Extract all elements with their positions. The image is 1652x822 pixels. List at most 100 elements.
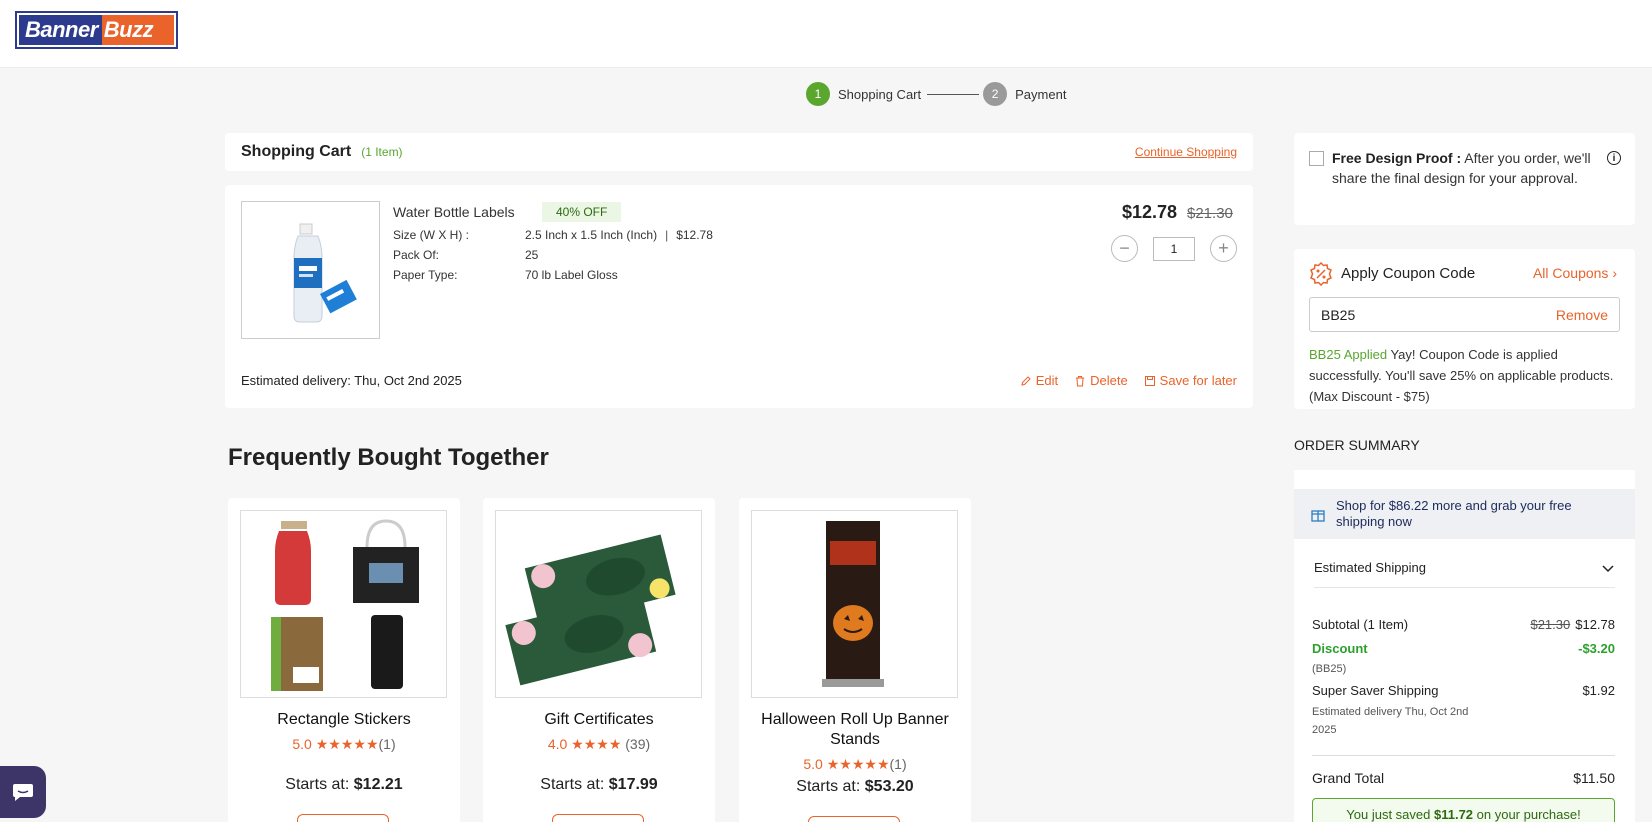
halloween-banner-stand-image[interactable] bbox=[751, 510, 958, 698]
discount-code-note: (BB25) bbox=[1312, 663, 1347, 675]
spec-key: Paper Type: bbox=[393, 268, 458, 282]
cart-header: Shopping Cart (1 Item) Continue Shopping bbox=[225, 133, 1253, 171]
free-shipping-text: Shop for $86.22 more and grab your free … bbox=[1336, 498, 1572, 529]
water-bottle-labels-image[interactable] bbox=[241, 201, 380, 339]
chat-button[interactable] bbox=[0, 766, 46, 818]
rating-value: 4.0 bbox=[547, 736, 568, 752]
save-icon bbox=[1144, 375, 1155, 386]
top-bar: Banner Buzz bbox=[0, 0, 1652, 68]
savings-post: on your purchase! bbox=[1473, 807, 1581, 822]
price-label: Starts at: bbox=[540, 776, 605, 793]
add-to-cart-button[interactable] bbox=[808, 816, 900, 822]
qty-input[interactable]: 1 bbox=[1153, 237, 1195, 261]
grand-total-value: $11.50 bbox=[1573, 770, 1615, 786]
cart-title: Shopping Cart bbox=[241, 143, 352, 160]
rating-count: (1) bbox=[378, 736, 396, 752]
item-name[interactable]: Water Bottle Labels bbox=[393, 204, 515, 220]
savings-banner: You just saved $11.72 on your purchase! bbox=[1312, 798, 1615, 822]
continue-shopping-link[interactable]: Continue Shopping bbox=[1135, 145, 1237, 159]
free-design-proof-card: Free Design Proof : After you order, we'… bbox=[1294, 133, 1635, 225]
product-name[interactable]: Rectangle Stickers bbox=[234, 710, 454, 730]
add-to-cart-button[interactable] bbox=[552, 814, 644, 822]
estimated-delivery: Estimated delivery: Thu, Oct 2nd 2025 bbox=[241, 373, 462, 388]
add-to-cart-button[interactable] bbox=[297, 814, 389, 822]
coupon-code-value: BB25 bbox=[1321, 306, 1356, 323]
summary-divider bbox=[1312, 755, 1615, 756]
product-rating: 4.0 ★★★★ (39) bbox=[483, 736, 715, 753]
product-card[interactable]: Gift Certificates 4.0 ★★★★ (39) Starts a… bbox=[483, 498, 715, 822]
logo-text-banner: Banner bbox=[19, 15, 102, 45]
savings-amount: $11.72 bbox=[1433, 807, 1474, 822]
spec-paper: Paper Type: 70 lb Label Gloss bbox=[393, 268, 618, 282]
checkout-stepper: 1 Shopping Cart 2 Payment bbox=[806, 82, 1066, 106]
coupon-message: BB25 Applied Yay! Coupon Code is applied… bbox=[1309, 344, 1625, 407]
banner-buzz-logo[interactable]: Banner Buzz bbox=[15, 11, 178, 49]
product-price: Starts at: $17.99 bbox=[483, 776, 715, 794]
step-connector bbox=[927, 93, 980, 95]
qty-increase-button[interactable]: + bbox=[1210, 235, 1237, 262]
shipping-label: Super Saver Shipping bbox=[1312, 683, 1439, 698]
subtotal-old: $21.30 bbox=[1530, 617, 1571, 632]
order-summary-card: Shop for $86.22 more and grab your free … bbox=[1294, 470, 1635, 822]
design-proof-checkbox[interactable] bbox=[1309, 151, 1324, 166]
rectangle-stickers-image[interactable] bbox=[240, 510, 447, 698]
product-name[interactable]: Halloween Roll Up Banner Stands bbox=[745, 710, 965, 750]
design-proof-title: Free Design Proof : bbox=[1332, 150, 1462, 166]
discount-badge: 40% OFF bbox=[542, 202, 622, 222]
discount-label: Discount bbox=[1312, 641, 1368, 656]
save-later-label: Save for later bbox=[1159, 373, 1237, 388]
gift-icon bbox=[1311, 510, 1325, 522]
delete-button[interactable]: Delete bbox=[1074, 373, 1128, 388]
spec-separator: | bbox=[665, 228, 669, 242]
save-for-later-button[interactable]: Save for later bbox=[1144, 373, 1237, 388]
estimated-shipping-toggle[interactable]: Estimated Shipping bbox=[1314, 560, 1615, 588]
coupon-applied-label: BB25 Applied bbox=[1309, 347, 1388, 362]
subtotal-label: Subtotal (1 Item) bbox=[1312, 617, 1409, 632]
chevron-right-icon: › bbox=[1612, 265, 1617, 281]
star-icons: ★★★★★ bbox=[826, 756, 890, 772]
rating-count: (39) bbox=[625, 736, 651, 752]
gift-certificates-image[interactable] bbox=[495, 510, 702, 698]
spec-value: 25 bbox=[525, 248, 539, 262]
all-coupons-link[interactable]: All Coupons › bbox=[1533, 265, 1617, 281]
product-card[interactable]: Rectangle Stickers 5.0 ★★★★★(1) Starts a… bbox=[228, 498, 460, 822]
coupon-input[interactable]: BB25 Remove bbox=[1309, 297, 1620, 332]
spec-value: 70 lb Label Gloss bbox=[525, 268, 618, 282]
price-label: Starts at: bbox=[796, 778, 861, 795]
coupon-card: Apply Coupon Code All Coupons › BB25 Rem… bbox=[1294, 249, 1635, 409]
subtotal-value: $12.78 bbox=[1575, 617, 1615, 632]
spec-value: 2.5 Inch x 1.5 Inch (Inch) bbox=[525, 228, 658, 242]
star-icons: ★★★★★ bbox=[315, 736, 379, 752]
step-number-2: 2 bbox=[983, 82, 1008, 106]
step-label-payment: Payment bbox=[1015, 86, 1067, 102]
remove-coupon-button[interactable]: Remove bbox=[1556, 307, 1608, 323]
price-value: $17.99 bbox=[608, 776, 658, 793]
design-proof-text: Free Design Proof : After you order, we'… bbox=[1332, 148, 1600, 188]
product-price: Starts at: $53.20 bbox=[739, 778, 971, 796]
spec-extra: $12.78 bbox=[676, 228, 713, 242]
item-actions: Edit Delete Save for later bbox=[1020, 373, 1237, 388]
product-card[interactable]: Halloween Roll Up Banner Stands 5.0 ★★★★… bbox=[739, 498, 971, 822]
coupon-icon bbox=[1310, 262, 1332, 286]
edit-button[interactable]: Edit bbox=[1020, 373, 1058, 388]
pencil-icon bbox=[1021, 375, 1031, 386]
item-old-price: $21.30 bbox=[1187, 205, 1233, 222]
order-summary-title: ORDER SUMMARY bbox=[1294, 437, 1420, 453]
discount-row: Discount -$3.20 bbox=[1312, 641, 1615, 656]
shipping-value: $1.92 bbox=[1582, 683, 1615, 698]
item-price: $12.78 bbox=[1122, 202, 1178, 222]
price-value: $53.20 bbox=[864, 778, 914, 795]
shipping-delivery-note: Estimated delivery Thu, Oct 2nd 2025 bbox=[1312, 706, 1469, 736]
spec-pack: Pack Of: 25 bbox=[393, 248, 538, 262]
subtotal-row: Subtotal (1 Item) $21.30 $12.78 bbox=[1312, 617, 1615, 632]
qty-decrease-button[interactable]: − bbox=[1111, 235, 1138, 262]
star-icons: ★★★★ bbox=[571, 736, 622, 752]
step-label-cart[interactable]: Shopping Cart bbox=[838, 87, 921, 102]
estimated-shipping-label: Estimated Shipping bbox=[1314, 560, 1427, 575]
trash-icon bbox=[1076, 375, 1085, 386]
info-icon[interactable]: i bbox=[1607, 151, 1621, 165]
shipping-row: Super Saver Shipping $1.92 bbox=[1312, 683, 1615, 698]
product-name[interactable]: Gift Certificates bbox=[489, 710, 709, 730]
rating-value: 5.0 bbox=[292, 736, 312, 752]
spec-key: Pack Of: bbox=[393, 248, 440, 262]
